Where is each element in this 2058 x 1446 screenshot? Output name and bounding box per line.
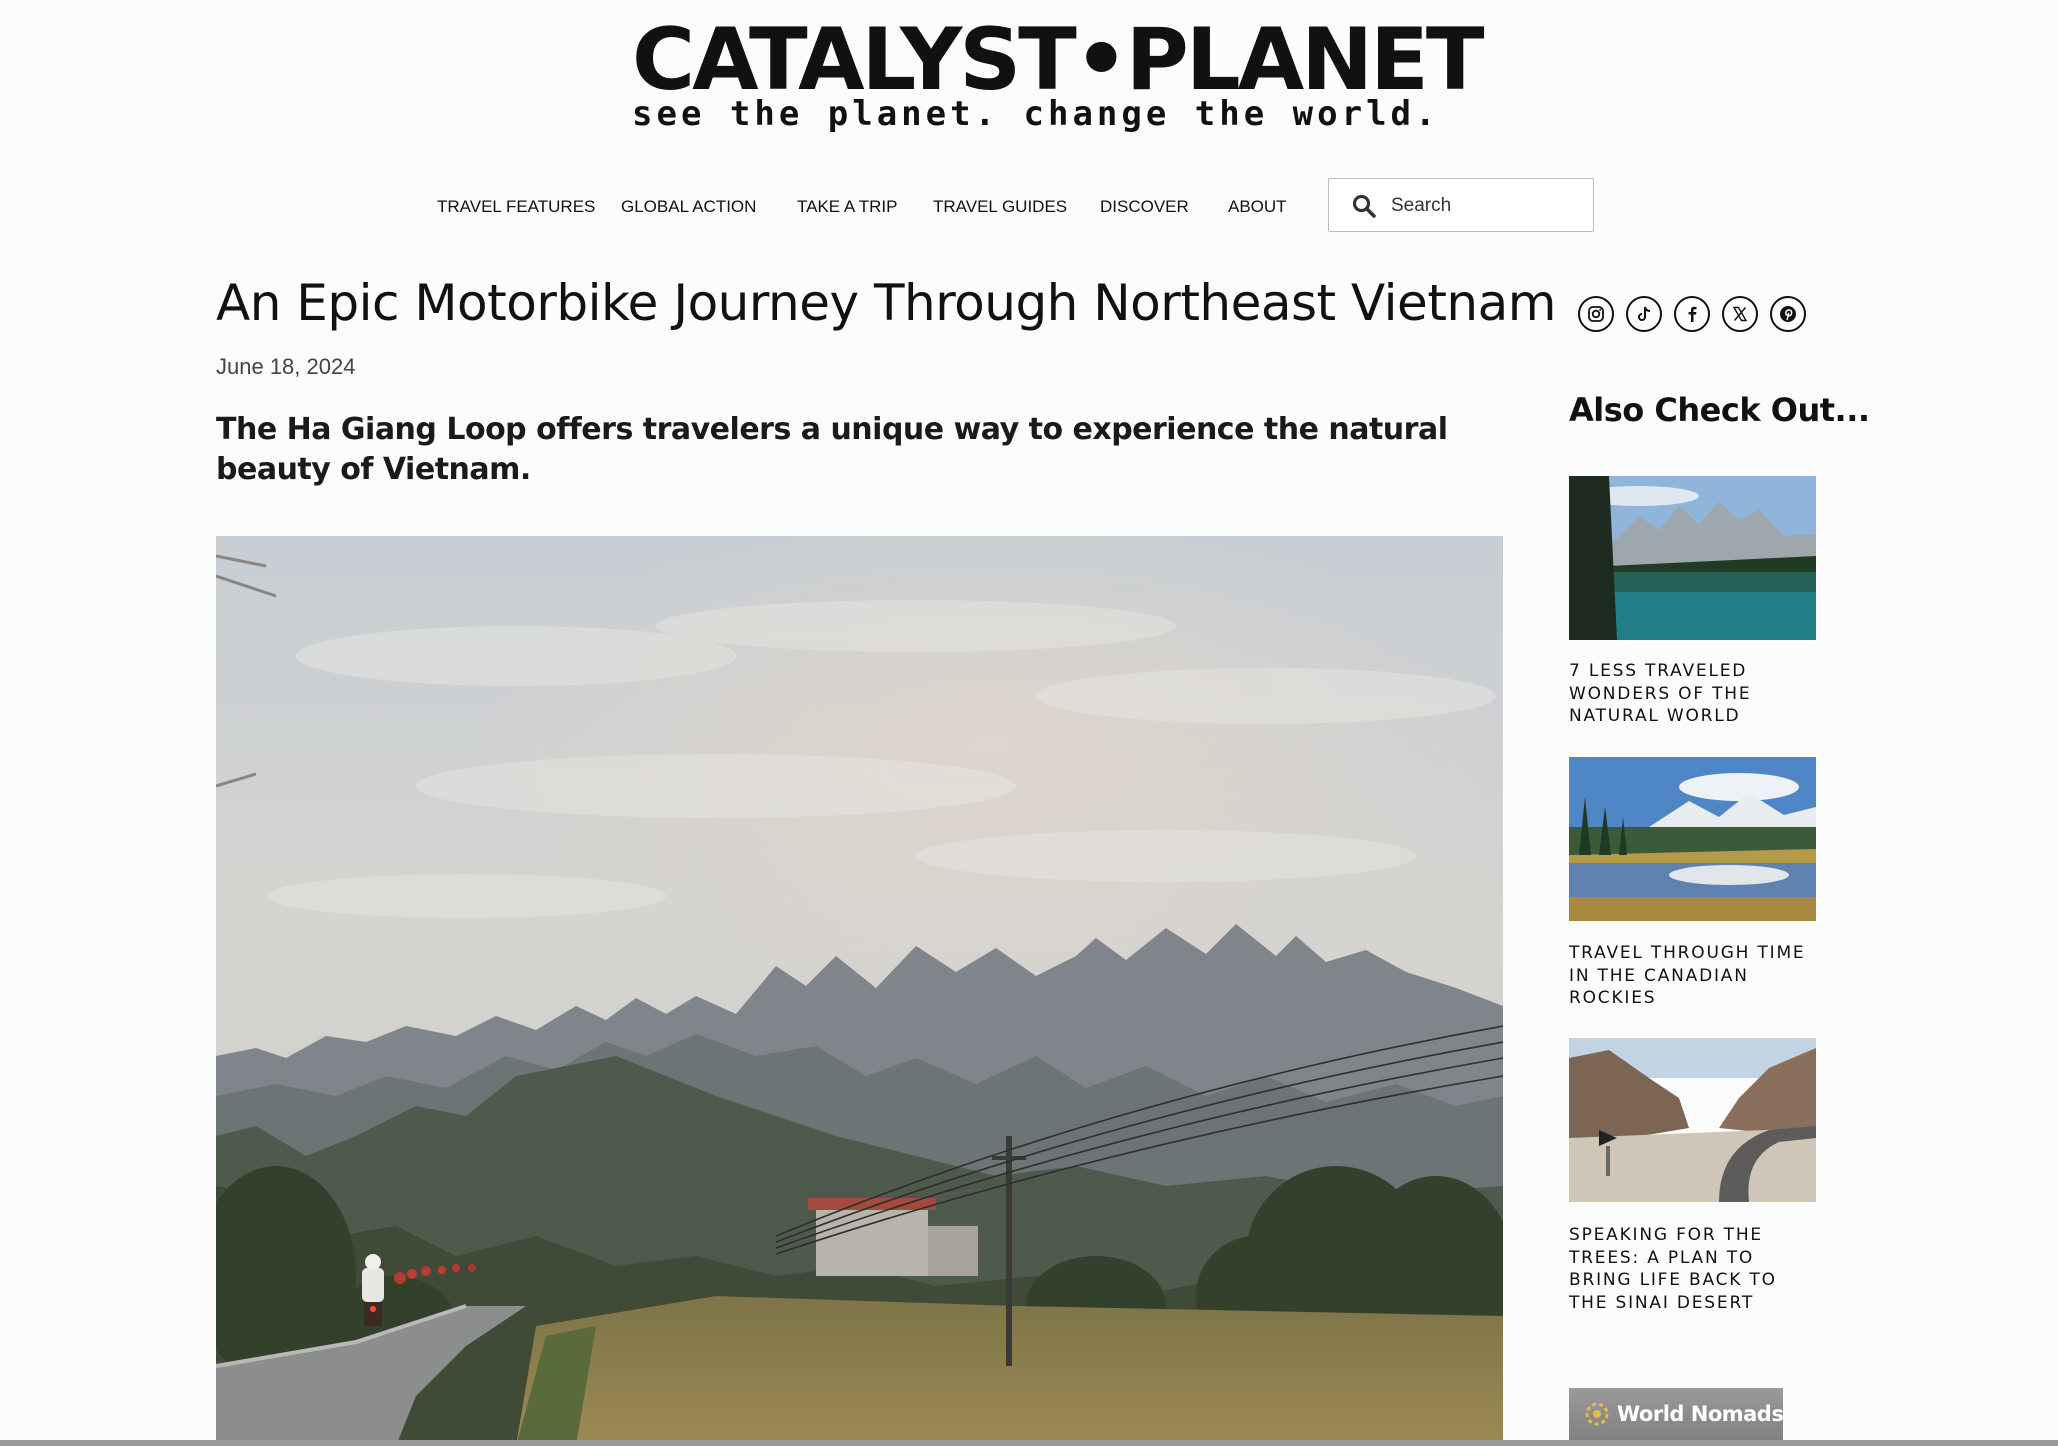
search-input[interactable] [1389, 189, 1583, 223]
related-thumb-2[interactable] [1569, 757, 1816, 921]
facebook-icon[interactable] [1674, 296, 1710, 332]
logo-wordmark: CATALYST•PLANET [632, 10, 1485, 110]
search-box[interactable] [1328, 178, 1594, 232]
article-date: June 18, 2024 [216, 354, 356, 379]
tiktok-icon[interactable] [1626, 296, 1662, 332]
related-title-3[interactable]: SPEAKING FOR THE TREES: A PLAN TO BRING … [1569, 1224, 1819, 1314]
related-title-1[interactable]: 7 LESS TRAVELED WONDERS OF THE NATURAL W… [1569, 660, 1819, 728]
social-links [1578, 296, 1810, 334]
related-title-2[interactable]: TRAVEL THROUGH TIME IN THE CANADIAN ROCK… [1569, 942, 1819, 1010]
world-nomads-logo-icon [1585, 1402, 1609, 1426]
sidebar-heading: Also Check Out... [1569, 391, 1870, 429]
ad-label: World Nomads [1617, 1402, 1783, 1426]
nav-travel-features[interactable]: TRAVEL FEATURES [437, 192, 595, 222]
bottom-scroll-edge [0, 1440, 2058, 1446]
x-icon[interactable] [1722, 296, 1758, 332]
article-subtitle: The Ha Giang Loop offers travelers a uni… [216, 412, 1448, 487]
related-thumb-3[interactable] [1569, 1038, 1816, 1202]
nav-travel-guides[interactable]: TRAVEL GUIDES [933, 192, 1067, 222]
site-logo[interactable]: CATALYST•PLANET see the planet. change t… [632, 10, 1485, 132]
main-nav: TRAVEL FEATURES GLOBAL ACTION TAKE A TRI… [0, 192, 2058, 222]
nav-about[interactable]: ABOUT [1228, 192, 1287, 222]
search-icon[interactable] [1351, 193, 1377, 219]
nav-take-a-trip[interactable]: TAKE A TRIP [797, 192, 897, 222]
article-title: An Epic Motorbike Journey Through Northe… [216, 274, 1556, 332]
hero-image [216, 536, 1503, 1446]
nav-discover[interactable]: DISCOVER [1100, 192, 1189, 222]
logo-tagline: see the planet. change the world. [632, 94, 1440, 134]
world-nomads-ad[interactable]: World Nomads [1569, 1388, 1783, 1446]
nav-global-action[interactable]: GLOBAL ACTION [621, 192, 756, 222]
pinterest-icon[interactable] [1770, 296, 1806, 332]
instagram-icon[interactable] [1578, 296, 1614, 332]
related-thumb-1[interactable] [1569, 476, 1816, 640]
